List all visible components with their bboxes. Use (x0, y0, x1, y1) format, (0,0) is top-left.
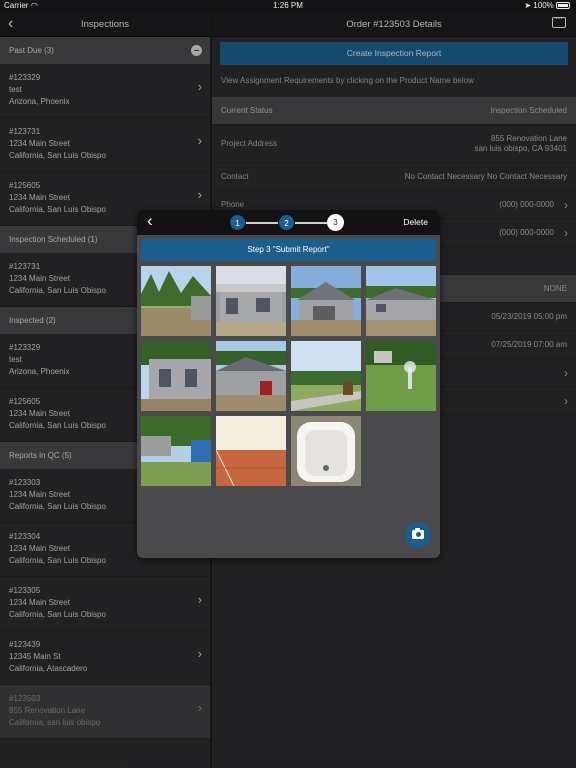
photo-site-clearing (141, 266, 211, 336)
photo-thumbnail[interactable] (141, 341, 211, 411)
camera-icon (412, 528, 424, 539)
location-icon: ➤ (524, 1, 532, 10)
photo-thumbnail[interactable] (291, 341, 361, 411)
camera-button[interactable] (405, 522, 431, 548)
modal-toolbar: ‹ 1 2 3 Delete (137, 210, 440, 235)
clock: 1:26 PM (273, 1, 303, 10)
battery-indicator: ➤ 100% (524, 1, 570, 10)
photo-thumbnail[interactable] (141, 266, 211, 336)
status-bar: Carrier ◠ 1:26 PM ➤ 100% (0, 0, 576, 12)
step-3[interactable]: 3 (327, 214, 344, 231)
step-banner: Step 3 "Submit Report" (141, 239, 436, 261)
photo-thumbnail[interactable] (216, 341, 286, 411)
photo-thumbnail[interactable] (291, 266, 361, 336)
step-indicator: 1 2 3 (229, 214, 347, 231)
step-1[interactable]: 1 (229, 214, 246, 231)
photo-thumbnail[interactable] (141, 416, 211, 486)
photo-thumbnail[interactable] (216, 266, 286, 336)
battery-icon (556, 2, 570, 9)
photo-thumbnail[interactable] (216, 416, 286, 486)
delete-button[interactable]: Delete (403, 217, 428, 227)
submit-report-modal: ‹ 1 2 3 Delete Step 3 "Submit Report" (137, 210, 440, 558)
photo-thumbnail[interactable] (366, 266, 436, 336)
photo-thumbnail[interactable] (366, 341, 436, 411)
step-2[interactable]: 2 (278, 214, 295, 231)
photo-thumbnail[interactable] (291, 416, 361, 486)
modal-back-chevron-icon[interactable]: ‹ (147, 211, 153, 231)
